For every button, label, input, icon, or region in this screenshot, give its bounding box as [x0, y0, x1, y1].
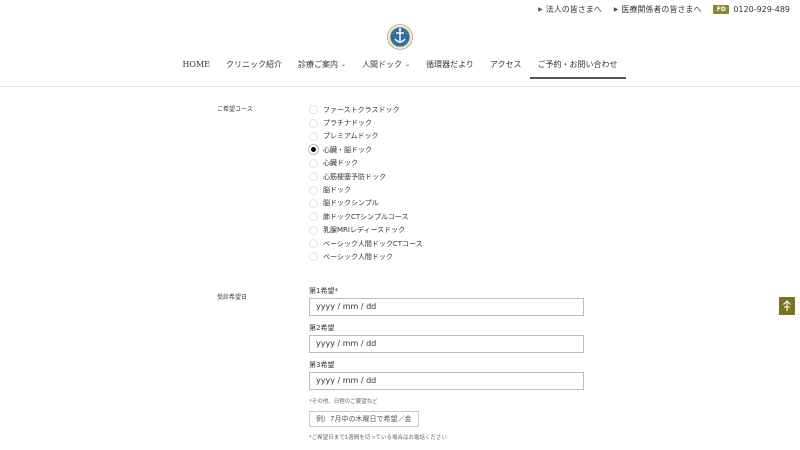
radio-button[interactable]: [309, 158, 318, 168]
course-option-label: 心臓・脳ドック: [323, 145, 372, 154]
nav-item-label: ご予約・お問い合わせ: [537, 59, 618, 69]
radio-button-checked[interactable]: [309, 145, 318, 155]
chevron-down-icon: ⌄: [405, 60, 411, 68]
radio-button[interactable]: [309, 225, 318, 235]
pref1-label: 第1希望*: [309, 287, 338, 295]
corporate-link-label: 法人の皆さまへ: [545, 4, 602, 14]
course-option[interactable]: 心臓・脳ドック: [309, 143, 423, 156]
nav-item-label: HOME: [182, 59, 211, 69]
phone-number: 0120-929-489: [733, 4, 790, 14]
other-request-note: *その他、日程のご要望など: [309, 399, 378, 405]
nav-item-contact[interactable]: ご予約・お問い合わせ: [529, 52, 626, 79]
pref1-date-input[interactable]: yyyy / mm / dd: [309, 298, 584, 316]
course-option-label: 脳ドック: [323, 186, 351, 195]
pref3-date-input[interactable]: yyyy / mm / dd: [309, 372, 584, 390]
phone-link[interactable]: FD 0120-929-489: [713, 4, 790, 14]
course-field-label: ご希望コース: [217, 106, 253, 113]
arrow-up-icon: [783, 300, 791, 311]
nav-item-label: クリニック紹介: [226, 59, 283, 69]
radio-button[interactable]: [309, 185, 318, 195]
course-option-label: 脳ドックシンプル: [323, 199, 379, 208]
pref3-label: 第3希望: [309, 361, 335, 369]
course-option[interactable]: ファーストクラスドック: [309, 103, 423, 116]
course-option[interactable]: ベーシック人間ドック: [309, 250, 423, 263]
course-option[interactable]: 心臓ドック: [309, 157, 423, 170]
course-option[interactable]: 心筋梗塞予防ドック: [309, 170, 423, 183]
corporate-link[interactable]: ▶ 法人の皆さまへ: [538, 4, 602, 15]
nav-item-home[interactable]: HOME: [174, 52, 218, 76]
course-option-label: 心筋梗塞予防ドック: [323, 172, 386, 181]
radio-button[interactable]: [309, 239, 318, 249]
global-nav: HOME クリニック紹介 診療ご案内 ⌄ 人間ドック ⌄ 循環器だより アクセス…: [0, 52, 800, 79]
other-request-input[interactable]: 例）7月中の木曜日で希望／金: [309, 411, 419, 427]
course-option[interactable]: プラチナドック: [309, 116, 423, 129]
course-option-label: プレミアムドック: [323, 132, 379, 141]
medical-link-label: 医療関係者の皆さまへ: [621, 4, 702, 14]
course-option[interactable]: 脳ドック: [309, 183, 423, 196]
chevron-down-icon: ⌄: [341, 60, 347, 68]
course-option-label: 乳腺MRIレディースドック: [323, 226, 406, 235]
course-option[interactable]: 脳ドックシンプル: [309, 197, 423, 210]
triangle-right-icon: ▶: [613, 5, 619, 13]
course-radio-group: ファーストクラスドック プラチナドック プレミアムドック 心臓・脳ドック 心臓ド…: [309, 103, 423, 264]
course-option-label: ベーシック人間ドック: [323, 252, 393, 261]
nav-item-label: 循環器だより: [426, 59, 474, 69]
radio-button[interactable]: [309, 212, 318, 222]
radio-button[interactable]: [309, 118, 318, 128]
radio-button[interactable]: [309, 198, 318, 208]
course-option-label: ベーシック人間ドックCTコース: [323, 239, 423, 248]
course-option-label: 肺ドックCTシンプルコース: [323, 212, 409, 221]
nav-item-label: アクセス: [489, 59, 522, 69]
nav-item-label: 人間ドック: [362, 59, 403, 69]
clinic-logo[interactable]: [387, 24, 413, 50]
course-option[interactable]: ベーシック人間ドックCTコース: [309, 237, 423, 250]
radio-button[interactable]: [309, 252, 318, 262]
course-option-label: プラチナドック: [323, 119, 372, 128]
pref2-date-input[interactable]: yyyy / mm / dd: [309, 335, 584, 353]
nav-item-access[interactable]: アクセス: [482, 52, 530, 76]
header-divider: [0, 86, 800, 87]
nav-item-clinic[interactable]: クリニック紹介: [218, 52, 290, 76]
date-field-label: 受診希望日: [217, 294, 248, 301]
nav-item-checkup[interactable]: 人間ドック ⌄: [354, 52, 418, 76]
radio-button[interactable]: [309, 172, 318, 182]
course-option-label: ファーストクラスドック: [323, 105, 400, 114]
deadline-note: *ご希望日まで1週間を切っている場合はお電話ください: [309, 435, 447, 441]
nav-item-news[interactable]: 循環器だより: [418, 52, 482, 76]
pref2-label: 第2希望: [309, 324, 335, 332]
triangle-right-icon: ▶: [538, 5, 543, 13]
course-option[interactable]: プレミアムドック: [309, 130, 423, 143]
page-top-button[interactable]: [779, 297, 795, 315]
nav-item-label: 診療ご案内: [298, 59, 339, 69]
medical-link[interactable]: ▶ 医療関係者の皆さまへ: [614, 4, 702, 15]
course-option[interactable]: 肺ドックCTシンプルコース: [309, 210, 423, 223]
course-option-label: 心臓ドック: [323, 159, 358, 168]
utility-bar: ▶ 法人の皆さまへ ▶ 医療関係者の皆さまへ FD 0120-929-489: [538, 0, 800, 18]
course-option[interactable]: 乳腺MRIレディースドック: [309, 224, 423, 237]
radio-button[interactable]: [309, 105, 318, 115]
nav-item-services[interactable]: 診療ご案内 ⌄: [290, 52, 354, 76]
radio-button[interactable]: [309, 131, 318, 141]
freedial-icon: FD: [713, 4, 730, 14]
